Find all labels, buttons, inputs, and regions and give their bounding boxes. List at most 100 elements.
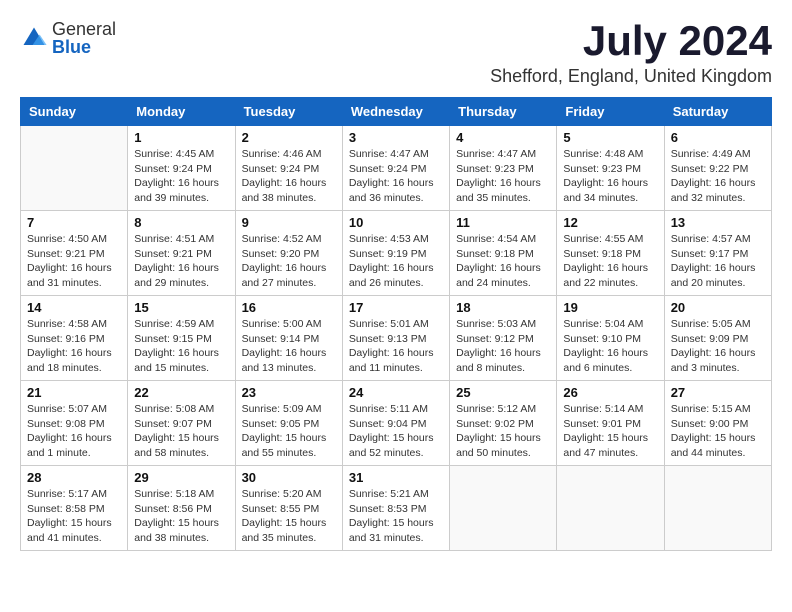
day-number: 18 [456, 300, 550, 315]
logo: General Blue [20, 20, 116, 56]
calendar-cell: 10 Sunrise: 4:53 AM Sunset: 9:19 PM Dayli… [342, 211, 449, 296]
logo-blue-text: Blue [52, 38, 116, 56]
day-info: Sunrise: 5:12 AM Sunset: 9:02 PM Dayligh… [456, 402, 550, 461]
day-info: Sunrise: 4:59 AM Sunset: 9:15 PM Dayligh… [134, 317, 228, 376]
day-number: 5 [563, 130, 657, 145]
day-info: Sunrise: 5:14 AM Sunset: 9:01 PM Dayligh… [563, 402, 657, 461]
calendar-cell: 2 Sunrise: 4:46 AM Sunset: 9:24 PM Daylig… [235, 126, 342, 211]
day-info: Sunrise: 4:50 AM Sunset: 9:21 PM Dayligh… [27, 232, 121, 291]
calendar-week-2: 7 Sunrise: 4:50 AM Sunset: 9:21 PM Daylig… [21, 211, 772, 296]
day-info: Sunrise: 5:03 AM Sunset: 9:12 PM Dayligh… [456, 317, 550, 376]
weekday-header-wednesday: Wednesday [342, 98, 449, 126]
calendar-cell: 20Sunrise: 5:05 AM Sunset: 9:09 PM Dayli… [664, 296, 771, 381]
day-number: 11 [456, 215, 550, 230]
page-header: General Blue July 2024 Shefford, England… [20, 20, 772, 87]
calendar-week-5: 28 Sunrise: 5:17 AM Sunset: 8:58 PM Dayli… [21, 466, 772, 551]
calendar-cell: 6 Sunrise: 4:49 AM Sunset: 9:22 PM Daylig… [664, 126, 771, 211]
calendar-cell: 4 Sunrise: 4:47 AM Sunset: 9:23 PM Daylig… [450, 126, 557, 211]
day-info: Sunrise: 5:18 AM Sunset: 8:56 PM Dayligh… [134, 487, 228, 546]
day-info: Sunrise: 5:00 AM Sunset: 9:14 PM Dayligh… [242, 317, 336, 376]
day-number: 16 [242, 300, 336, 315]
day-number: 22 [134, 385, 228, 400]
day-number: 2 [242, 130, 336, 145]
day-info: Sunrise: 4:57 AM Sunset: 9:17 PM Dayligh… [671, 232, 765, 291]
day-info: Sunrise: 5:11 AM Sunset: 9:04 PM Dayligh… [349, 402, 443, 461]
calendar-cell: 22 Sunrise: 5:08 AM Sunset: 9:07 PM Dayli… [128, 381, 235, 466]
day-number: 3 [349, 130, 443, 145]
day-number: 31 [349, 470, 443, 485]
logo-text: General Blue [52, 20, 116, 56]
weekday-header-monday: Monday [128, 98, 235, 126]
weekday-header-sunday: Sunday [21, 98, 128, 126]
calendar-cell: 28 Sunrise: 5:17 AM Sunset: 8:58 PM Dayli… [21, 466, 128, 551]
day-info: Sunrise: 5:08 AM Sunset: 9:07 PM Dayligh… [134, 402, 228, 461]
day-number: 1 [134, 130, 228, 145]
day-number: 8 [134, 215, 228, 230]
day-number: 21 [27, 385, 121, 400]
calendar-cell: 13Sunrise: 4:57 AM Sunset: 9:17 PM Dayli… [664, 211, 771, 296]
day-number: 9 [242, 215, 336, 230]
calendar-cell: 23 Sunrise: 5:09 AM Sunset: 9:05 PM Dayli… [235, 381, 342, 466]
calendar-cell: 15 Sunrise: 4:59 AM Sunset: 9:15 PM Dayli… [128, 296, 235, 381]
day-info: Sunrise: 5:01 AM Sunset: 9:13 PM Dayligh… [349, 317, 443, 376]
title-area: July 2024 Shefford, England, United King… [490, 20, 772, 87]
day-number: 26 [563, 385, 657, 400]
calendar-cell: 30 Sunrise: 5:20 AM Sunset: 8:55 PM Dayli… [235, 466, 342, 551]
calendar-cell: 12 Sunrise: 4:55 AM Sunset: 9:18 PM Dayli… [557, 211, 664, 296]
weekday-header-row: SundayMondayTuesdayWednesdayThursdayFrid… [21, 98, 772, 126]
day-number: 29 [134, 470, 228, 485]
calendar-cell: 17 Sunrise: 5:01 AM Sunset: 9:13 PM Dayli… [342, 296, 449, 381]
weekday-header-thursday: Thursday [450, 98, 557, 126]
logo-icon [20, 24, 48, 52]
day-info: Sunrise: 5:17 AM Sunset: 8:58 PM Dayligh… [27, 487, 121, 546]
day-info: Sunrise: 4:48 AM Sunset: 9:23 PM Dayligh… [563, 147, 657, 206]
calendar-cell: 5 Sunrise: 4:48 AM Sunset: 9:23 PM Daylig… [557, 126, 664, 211]
day-info: Sunrise: 4:52 AM Sunset: 9:20 PM Dayligh… [242, 232, 336, 291]
day-info: Sunrise: 4:51 AM Sunset: 9:21 PM Dayligh… [134, 232, 228, 291]
calendar-week-1: 1 Sunrise: 4:45 AM Sunset: 9:24 PM Daylig… [21, 126, 772, 211]
day-info: Sunrise: 5:04 AM Sunset: 9:10 PM Dayligh… [563, 317, 657, 376]
calendar-cell [557, 466, 664, 551]
calendar-cell [21, 126, 128, 211]
day-info: Sunrise: 4:45 AM Sunset: 9:24 PM Dayligh… [134, 147, 228, 206]
calendar-cell: 31 Sunrise: 5:21 AM Sunset: 8:53 PM Dayli… [342, 466, 449, 551]
day-info: Sunrise: 4:54 AM Sunset: 9:18 PM Dayligh… [456, 232, 550, 291]
day-info: Sunrise: 4:55 AM Sunset: 9:18 PM Dayligh… [563, 232, 657, 291]
day-number: 27 [671, 385, 765, 400]
day-info: Sunrise: 4:58 AM Sunset: 9:16 PM Dayligh… [27, 317, 121, 376]
weekday-header-friday: Friday [557, 98, 664, 126]
calendar-cell: 29 Sunrise: 5:18 AM Sunset: 8:56 PM Dayli… [128, 466, 235, 551]
day-number: 14 [27, 300, 121, 315]
calendar-cell: 7 Sunrise: 4:50 AM Sunset: 9:21 PM Daylig… [21, 211, 128, 296]
day-number: 23 [242, 385, 336, 400]
day-number: 15 [134, 300, 228, 315]
calendar-cell: 11 Sunrise: 4:54 AM Sunset: 9:18 PM Dayli… [450, 211, 557, 296]
day-info: Sunrise: 4:53 AM Sunset: 9:19 PM Dayligh… [349, 232, 443, 291]
calendar-cell: 26 Sunrise: 5:14 AM Sunset: 9:01 PM Dayli… [557, 381, 664, 466]
calendar-cell: 14 Sunrise: 4:58 AM Sunset: 9:16 PM Dayli… [21, 296, 128, 381]
day-number: 30 [242, 470, 336, 485]
day-number: 28 [27, 470, 121, 485]
day-info: Sunrise: 5:15 AM Sunset: 9:00 PM Dayligh… [671, 402, 765, 461]
day-number: 10 [349, 215, 443, 230]
calendar-cell: 9 Sunrise: 4:52 AM Sunset: 9:20 PM Daylig… [235, 211, 342, 296]
day-number: 20 [671, 300, 765, 315]
day-info: Sunrise: 5:20 AM Sunset: 8:55 PM Dayligh… [242, 487, 336, 546]
calendar-cell: 1 Sunrise: 4:45 AM Sunset: 9:24 PM Daylig… [128, 126, 235, 211]
calendar-cell: 27 Sunrise: 5:15 AM Sunset: 9:00 PM Dayli… [664, 381, 771, 466]
day-info: Sunrise: 5:21 AM Sunset: 8:53 PM Dayligh… [349, 487, 443, 546]
calendar-cell: 19Sunrise: 5:04 AM Sunset: 9:10 PM Dayli… [557, 296, 664, 381]
calendar-week-3: 14 Sunrise: 4:58 AM Sunset: 9:16 PM Dayli… [21, 296, 772, 381]
day-info: Sunrise: 4:47 AM Sunset: 9:23 PM Dayligh… [456, 147, 550, 206]
day-info: Sunrise: 5:07 AM Sunset: 9:08 PM Dayligh… [27, 402, 121, 461]
day-number: 12 [563, 215, 657, 230]
day-number: 7 [27, 215, 121, 230]
calendar-cell: 18 Sunrise: 5:03 AM Sunset: 9:12 PM Dayli… [450, 296, 557, 381]
day-info: Sunrise: 4:46 AM Sunset: 9:24 PM Dayligh… [242, 147, 336, 206]
calendar-cell: 25Sunrise: 5:12 AM Sunset: 9:02 PM Dayli… [450, 381, 557, 466]
day-info: Sunrise: 4:49 AM Sunset: 9:22 PM Dayligh… [671, 147, 765, 206]
day-number: 17 [349, 300, 443, 315]
day-number: 4 [456, 130, 550, 145]
day-info: Sunrise: 5:09 AM Sunset: 9:05 PM Dayligh… [242, 402, 336, 461]
day-number: 6 [671, 130, 765, 145]
